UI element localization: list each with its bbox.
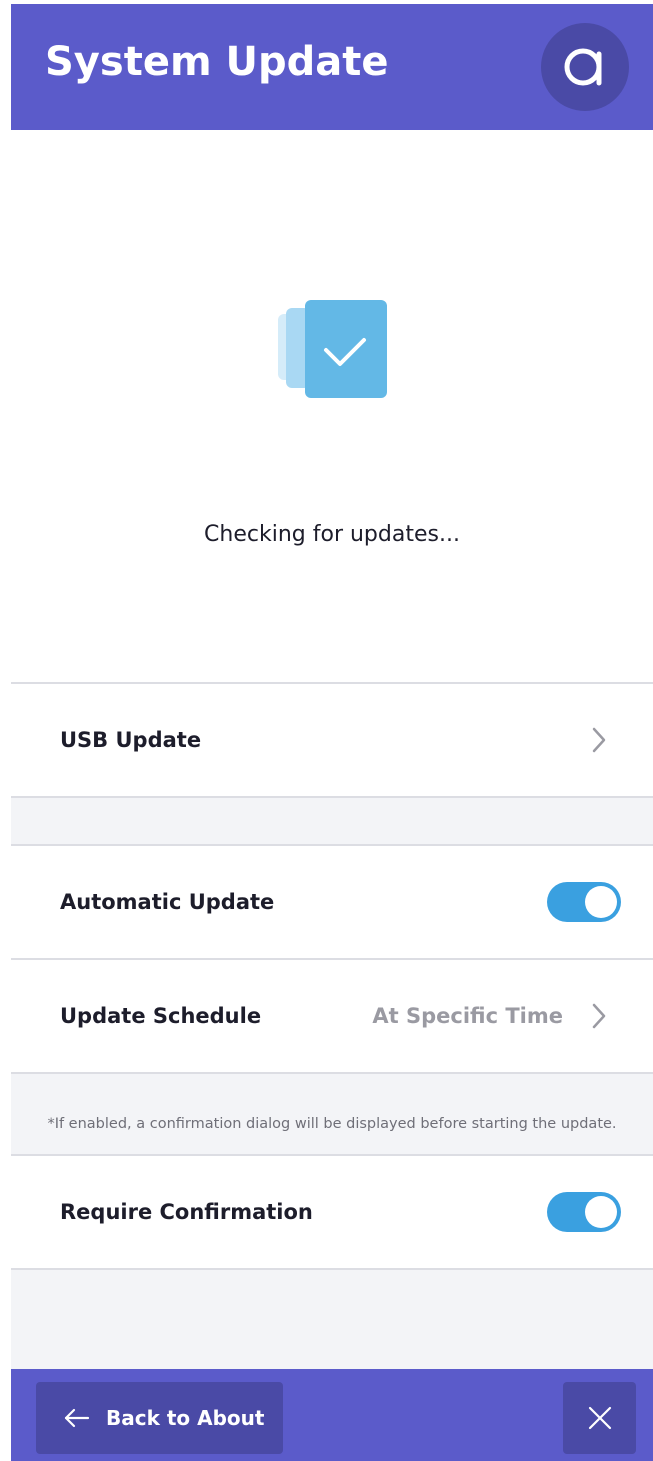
back-to-about-button[interactable]: Back to About bbox=[36, 1382, 283, 1454]
require-confirmation-row: Require Confirmation bbox=[11, 1156, 653, 1270]
automatic-update-toggle[interactable] bbox=[547, 882, 621, 922]
usb-update-row[interactable]: USB Update bbox=[11, 684, 653, 798]
footer-bar: Back to About bbox=[11, 1369, 653, 1461]
page-title: System Update bbox=[45, 39, 389, 85]
require-confirmation-label: Require Confirmation bbox=[60, 1200, 313, 1224]
confirmation-note-section: *If enabled, a confirmation dialog will … bbox=[11, 1074, 653, 1156]
toggle-knob bbox=[585, 1196, 617, 1228]
update-schedule-label: Update Schedule bbox=[60, 1004, 262, 1028]
arrow-left-icon bbox=[64, 1408, 90, 1428]
bottom-spacer bbox=[11, 1270, 653, 1369]
confirmation-note: *If enabled, a confirmation dialog will … bbox=[47, 1116, 617, 1132]
status-message: Checking for updates... bbox=[204, 522, 460, 547]
update-schedule-row[interactable]: Update Schedule At Specific Time bbox=[11, 960, 653, 1074]
usb-update-label: USB Update bbox=[60, 728, 202, 752]
app-header: System Update bbox=[11, 4, 653, 130]
close-icon bbox=[588, 1406, 611, 1430]
automatic-update-label: Automatic Update bbox=[60, 890, 275, 914]
update-check-icon bbox=[278, 300, 387, 398]
require-confirmation-toggle[interactable] bbox=[547, 1192, 621, 1232]
automatic-update-row: Automatic Update bbox=[11, 846, 653, 960]
chevron-right-icon bbox=[592, 727, 606, 753]
close-button[interactable] bbox=[563, 1382, 636, 1454]
brand-logo-icon[interactable] bbox=[541, 23, 629, 111]
back-button-label: Back to About bbox=[106, 1406, 265, 1430]
chevron-right-icon bbox=[592, 1003, 606, 1029]
update-schedule-value: At Specific Time bbox=[372, 1004, 563, 1028]
update-status-panel: Checking for updates... bbox=[11, 130, 653, 682]
toggle-knob bbox=[585, 886, 617, 918]
section-gap bbox=[11, 798, 653, 846]
